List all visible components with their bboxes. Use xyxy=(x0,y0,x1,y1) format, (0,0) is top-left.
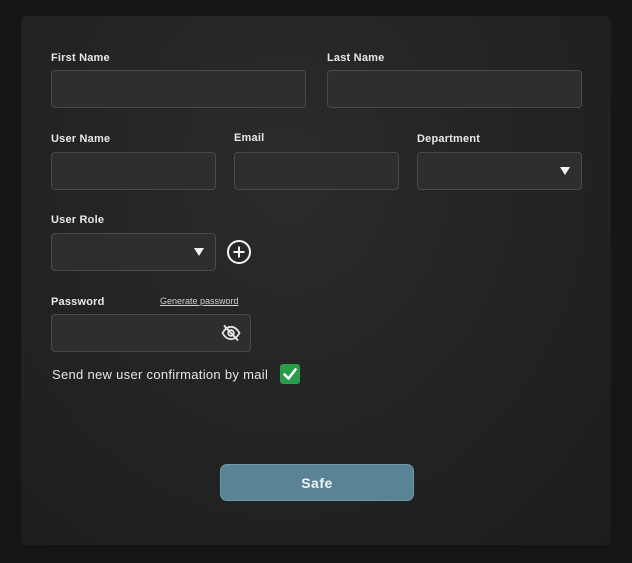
user-role-label: User Role xyxy=(51,214,105,226)
password-field xyxy=(51,314,251,352)
confirmation-label: Send new user confirmation by mail xyxy=(52,367,269,382)
confirmation-checkbox[interactable] xyxy=(280,364,300,384)
caret-down-icon xyxy=(560,167,570,175)
check-icon xyxy=(283,368,297,380)
caret-down-icon xyxy=(194,248,204,256)
user-form-panel: First Name Last Name User Name Email Dep… xyxy=(21,16,611,545)
first-name-input[interactable] xyxy=(51,70,306,108)
email-input[interactable] xyxy=(234,152,399,190)
email-label: Email xyxy=(234,132,265,144)
user-name-input[interactable] xyxy=(51,152,216,190)
save-button[interactable]: Safe xyxy=(220,464,414,501)
first-name-label: First Name xyxy=(51,52,110,64)
last-name-label: Last Name xyxy=(327,52,385,64)
generate-password-link[interactable]: Generate password xyxy=(160,296,239,306)
department-label: Department xyxy=(417,133,481,145)
last-name-input[interactable] xyxy=(327,70,582,108)
password-label: Password xyxy=(51,296,105,308)
eye-off-icon[interactable] xyxy=(221,324,241,342)
user-name-label: User Name xyxy=(51,133,111,145)
plus-circle-icon[interactable] xyxy=(226,239,252,265)
department-select[interactable] xyxy=(417,152,582,190)
user-role-select[interactable] xyxy=(51,233,216,271)
